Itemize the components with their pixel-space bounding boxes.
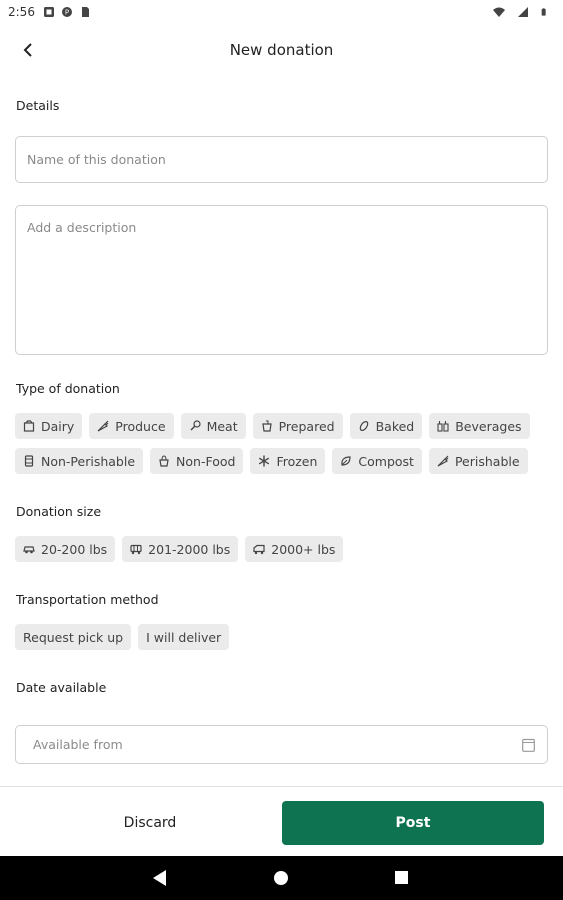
chip-size-small[interactable]: 20-200 lbs	[15, 536, 116, 562]
chip-size-large[interactable]: 2000+ lbs	[245, 536, 344, 562]
chip-label: 201-2000 lbs	[148, 541, 231, 557]
chip-frozen[interactable]: Frozen	[250, 448, 326, 474]
pot-icon	[261, 420, 272, 432]
bread-icon	[359, 421, 368, 431]
nav-home-icon[interactable]	[274, 871, 288, 885]
chip-size-medium[interactable]: 201-2000 lbs	[122, 536, 239, 562]
sim-card-icon	[81, 7, 89, 17]
chip-produce[interactable]: Produce	[89, 413, 174, 439]
nav-back-icon[interactable]	[153, 870, 166, 886]
donation-type-row-1: Dairy Produce Meat Prepared Baked Bevera…	[15, 413, 530, 439]
battery-icon	[541, 8, 546, 16]
details-label: Details	[16, 98, 60, 113]
can-icon	[24, 455, 34, 467]
description-field[interactable]	[15, 205, 548, 355]
chip-label: Perishable	[454, 453, 520, 469]
chip-label: Prepared	[278, 418, 335, 434]
chip-label: Dairy	[41, 418, 75, 434]
van-icon	[130, 544, 142, 555]
chip-label: Compost	[358, 453, 414, 469]
donation-size-row: 20-200 lbs 201-2000 lbs 2000+ lbs	[15, 536, 344, 562]
chip-label: Baked	[375, 418, 415, 434]
chip-will-deliver[interactable]: I will deliver	[138, 624, 230, 650]
chip-label: Beverages	[455, 418, 522, 434]
chip-dairy[interactable]: Dairy	[15, 413, 83, 439]
calendar-icon[interactable]	[522, 738, 535, 752]
bottles-icon	[437, 421, 449, 432]
chip-label: Frozen	[276, 453, 318, 469]
chip-non-food[interactable]: Non-Food	[150, 448, 244, 474]
chip-perishable[interactable]: Perishable	[428, 448, 528, 474]
chip-label: Produce	[115, 418, 166, 434]
nav-recents-icon[interactable]	[395, 871, 408, 884]
chip-meat[interactable]: Meat	[180, 413, 246, 439]
notification-a-icon	[43, 7, 54, 17]
chip-baked[interactable]: Baked	[349, 413, 423, 439]
chip-label: Meat	[206, 418, 238, 434]
date-available-label: Date available	[16, 680, 107, 695]
truck-icon	[253, 544, 265, 555]
donation-name-field[interactable]	[15, 136, 548, 183]
chip-label: 20-200 lbs	[41, 541, 108, 557]
arrow-back-icon	[23, 43, 32, 57]
chip-compost[interactable]: Compost	[332, 448, 422, 474]
page-title: New donation	[229, 41, 334, 59]
chip-request-pickup[interactable]: Request pick up	[15, 624, 132, 650]
donation-type-row-2: Non-Perishable Non-Food Frozen Compost P…	[15, 448, 528, 474]
chip-label: Request pick up	[23, 629, 124, 645]
system-nav-bar	[0, 856, 563, 900]
chip-prepared[interactable]: Prepared	[252, 413, 343, 439]
dairy-icon	[23, 420, 35, 432]
app-bar: New donation	[0, 26, 563, 74]
status-time: 2:56	[8, 5, 35, 19]
wifi-icon	[493, 7, 505, 17]
carrot-icon	[97, 420, 109, 432]
available-from-field[interactable]	[15, 725, 548, 764]
chip-label: 2000+ lbs	[271, 541, 336, 557]
car-icon	[23, 546, 35, 554]
transportation-label: Transportation method	[16, 592, 159, 607]
donation-name-input[interactable]	[16, 137, 547, 182]
available-from-input[interactable]	[16, 726, 547, 763]
donation-size-label: Donation size	[16, 504, 102, 519]
post-button[interactable]: Post	[282, 801, 544, 845]
chip-non-perishable[interactable]: Non-Perishable	[15, 448, 144, 474]
chip-label: Non-Perishable	[41, 453, 136, 469]
footer-actions: Discard Post	[0, 786, 563, 856]
discard-button[interactable]: Discard	[20, 801, 280, 845]
bag-icon	[159, 455, 169, 467]
transportation-row: Request pick up I will deliver	[15, 624, 230, 650]
signal-icon	[518, 7, 528, 17]
svg-text:P: P	[65, 9, 69, 17]
status-bar: 2:56 P	[0, 0, 563, 24]
type-of-donation-label: Type of donation	[16, 381, 120, 396]
back-button[interactable]	[14, 36, 42, 64]
snowflake-icon	[259, 455, 270, 467]
chip-label: Non-Food	[176, 453, 236, 469]
description-input[interactable]	[16, 206, 547, 354]
notification-p-icon: P	[61, 7, 72, 17]
chip-beverages[interactable]: Beverages	[429, 413, 530, 439]
carrot-icon	[437, 455, 449, 467]
leaf-icon	[341, 456, 352, 466]
drumstick-icon	[190, 420, 201, 431]
chip-label: I will deliver	[146, 629, 222, 645]
